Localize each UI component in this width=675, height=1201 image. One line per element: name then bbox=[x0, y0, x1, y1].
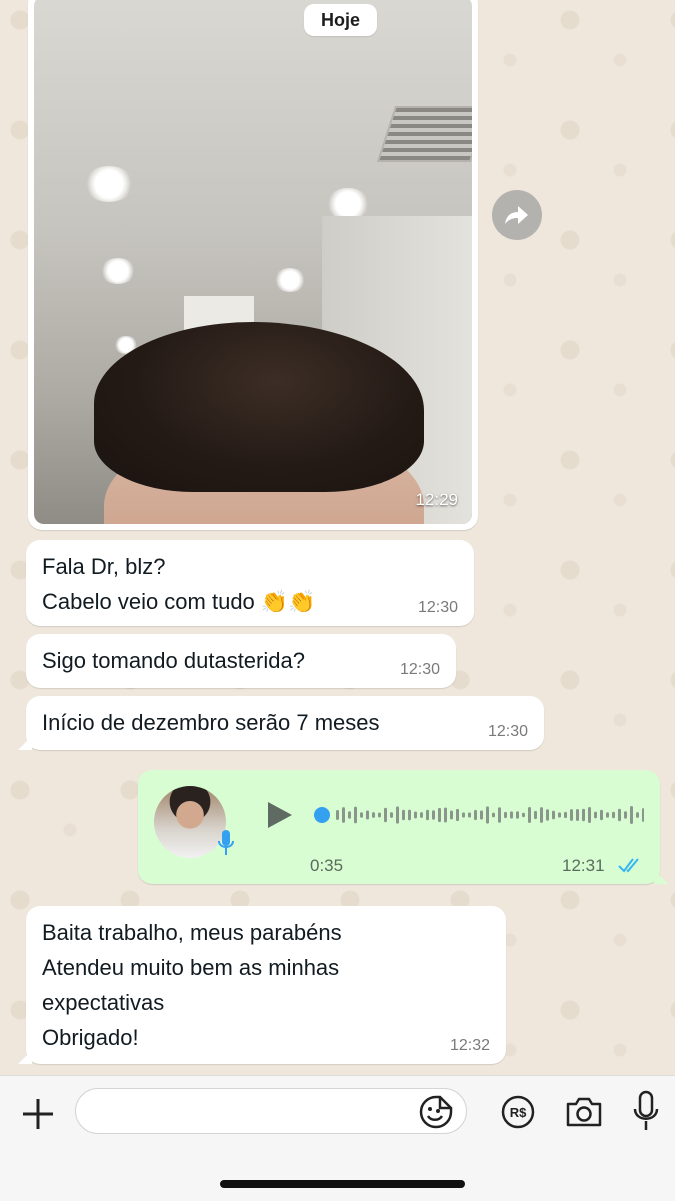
waveform-bar bbox=[492, 812, 495, 818]
waveform-bar bbox=[474, 809, 477, 821]
waveform-bar bbox=[558, 812, 561, 818]
waveform-bar bbox=[594, 811, 597, 819]
waveform-bar bbox=[618, 808, 621, 822]
audio-duration: 0:35 bbox=[310, 856, 344, 875]
waveform-bar bbox=[576, 809, 579, 821]
waveform-bar bbox=[456, 808, 459, 822]
image-message-bubble[interactable]: 12:29 bbox=[28, 0, 478, 530]
waveform-bar bbox=[504, 811, 507, 819]
waveform-bar bbox=[420, 812, 423, 818]
image-timestamp: 12:29 bbox=[415, 490, 458, 509]
voice-mic-badge bbox=[214, 826, 238, 860]
chat-background: 12:29 Hoje Fala Dr, blz? Cabelo veio com… bbox=[0, 0, 675, 1075]
bubble-tail bbox=[18, 736, 32, 750]
message-bubble[interactable]: Fala Dr, blz? Cabelo veio com tudo 👏👏 12… bbox=[26, 540, 474, 626]
waveform-bar bbox=[348, 811, 351, 819]
message-bubble[interactable]: Sigo tomando dutasterida? 12:30 bbox=[26, 634, 456, 688]
waveform-bar bbox=[384, 807, 387, 823]
rs-payment-icon[interactable]: R$ bbox=[500, 1094, 536, 1130]
ceiling-light bbox=[274, 268, 306, 292]
message-timestamp: 12:30 bbox=[399, 661, 440, 678]
waveform-bar bbox=[540, 807, 543, 823]
waveform-bar bbox=[342, 807, 345, 823]
waveform-bar bbox=[390, 812, 393, 818]
hair bbox=[94, 322, 424, 492]
forward-button[interactable] bbox=[492, 190, 542, 240]
date-separator-chip: Hoje bbox=[304, 4, 378, 36]
waveform-bar bbox=[612, 811, 615, 819]
waveform-bar bbox=[438, 807, 441, 823]
message-bubble[interactable]: Baita trabalho, meus parabéns Atendeu mu… bbox=[18, 906, 506, 1064]
waveform-bar bbox=[522, 812, 525, 818]
message-text: Fala Dr, blz? Cabelo veio com tudo 👏👏 bbox=[42, 554, 316, 614]
waveform-bar bbox=[480, 810, 483, 820]
home-indicator bbox=[220, 1180, 465, 1188]
waveform-bar bbox=[450, 810, 453, 820]
message-text: Sigo tomando dutasterida? bbox=[42, 648, 305, 673]
svg-text:R$: R$ bbox=[510, 1105, 527, 1120]
read-receipt-icon bbox=[618, 858, 639, 873]
voice-message-bubble[interactable]: 0:35 12:31 bbox=[138, 770, 668, 884]
waveform-bar bbox=[630, 806, 633, 824]
message-timestamp: 12:30 bbox=[487, 723, 528, 740]
waveform-bar bbox=[372, 812, 375, 818]
waveform-bar bbox=[588, 806, 591, 824]
waveform-bar bbox=[498, 807, 501, 823]
waveform-bar bbox=[402, 809, 405, 821]
waveform-bar bbox=[408, 809, 411, 821]
ceiling-light bbox=[100, 258, 136, 284]
bubble-tail bbox=[18, 1050, 32, 1064]
forward-arrow-icon bbox=[505, 206, 528, 224]
waveform-bar bbox=[528, 807, 531, 823]
message-input[interactable] bbox=[75, 1088, 467, 1134]
sticker-icon[interactable] bbox=[418, 1094, 454, 1130]
waveform-bar bbox=[546, 809, 549, 821]
waveform-bar bbox=[414, 811, 417, 819]
waveform-bar bbox=[432, 810, 435, 820]
message-timestamp: 12:32 bbox=[449, 1037, 490, 1054]
waveform-bar bbox=[624, 811, 627, 819]
message-timestamp: 12:30 bbox=[417, 599, 458, 616]
message-text: Baita trabalho, meus parabéns Atendeu mu… bbox=[42, 920, 342, 1050]
waveform-bar bbox=[426, 809, 429, 821]
waveform-bar bbox=[354, 806, 357, 824]
waveform-bar bbox=[534, 810, 537, 820]
microphone-icon bbox=[218, 830, 234, 855]
message-timestamp: 12:31 bbox=[562, 856, 605, 875]
waveform-bar bbox=[510, 811, 513, 819]
camera-icon[interactable] bbox=[564, 1094, 604, 1130]
waveform-bar bbox=[360, 812, 363, 818]
compose-bar: R$ bbox=[0, 1075, 675, 1201]
waveform-bar bbox=[606, 812, 609, 818]
audio-progress-knob bbox=[314, 807, 330, 823]
waveform-bar bbox=[564, 811, 567, 819]
selfie-photo[interactable]: 12:29 bbox=[34, 0, 472, 524]
waveform-bar bbox=[444, 807, 447, 823]
waveform-bar bbox=[396, 806, 399, 824]
waveform-bar bbox=[570, 809, 573, 821]
play-icon[interactable] bbox=[264, 800, 294, 830]
audio-waveform[interactable] bbox=[314, 800, 644, 830]
waveform-bar bbox=[336, 810, 339, 820]
waveform-bar bbox=[468, 812, 471, 818]
message-bubble[interactable]: Início de dezembro serão 7 meses 12:30 bbox=[18, 696, 544, 750]
waveform-bar bbox=[582, 808, 585, 822]
waveform-bar bbox=[516, 811, 519, 819]
waveform-bar bbox=[366, 810, 369, 820]
bubble-tail bbox=[654, 870, 668, 884]
plus-icon[interactable] bbox=[18, 1094, 58, 1134]
waveform-bar bbox=[642, 808, 644, 822]
air-vent bbox=[376, 106, 472, 162]
message-text: Início de dezembro serão 7 meses bbox=[42, 710, 380, 735]
waveform-bar bbox=[636, 812, 639, 818]
waveform-bar bbox=[462, 812, 465, 818]
waveform-bar bbox=[600, 809, 603, 821]
waveform-bar bbox=[378, 812, 381, 818]
ceiling-light bbox=[84, 166, 134, 202]
waveform-bar bbox=[486, 806, 489, 824]
waveform-bar bbox=[552, 810, 555, 820]
microphone-icon[interactable] bbox=[632, 1090, 660, 1132]
